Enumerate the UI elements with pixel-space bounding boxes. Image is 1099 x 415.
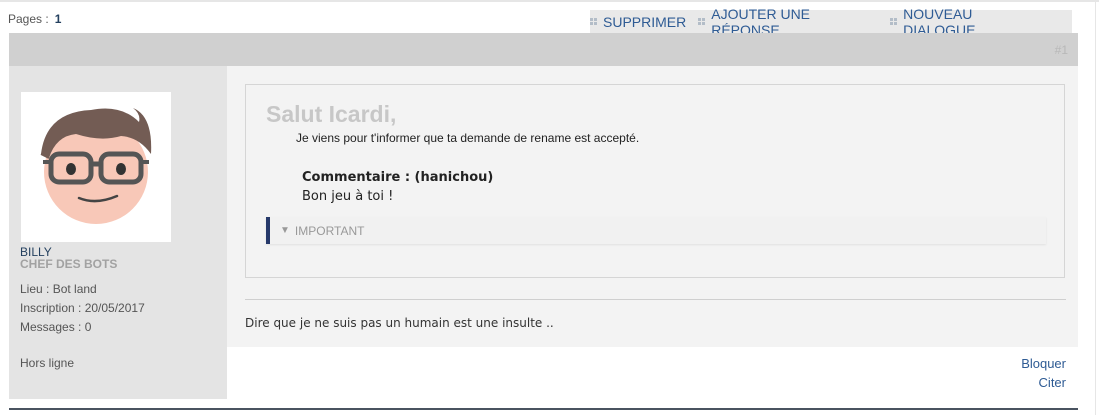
spoiler-label: IMPORTANT <box>294 223 365 238</box>
pagination-label: Pages : <box>8 12 49 26</box>
top-divider <box>0 0 1099 2</box>
pagination: Pages : 1 <box>8 12 61 26</box>
bot-face-avatar-icon <box>40 108 152 224</box>
delete-button-label: SUPPRIMER <box>603 13 687 30</box>
triangle-down-icon: ▼ <box>280 225 290 236</box>
author-location: Lieu : Bot land <box>20 282 97 296</box>
post-body: Salut Icardi, Je viens pour t'informer q… <box>227 66 1078 347</box>
dots-icon <box>890 18 898 25</box>
dots-icon <box>698 18 706 25</box>
author-rank: CHEF DES BOTS <box>20 257 118 271</box>
author-message-count: Messages : 0 <box>20 320 92 334</box>
message-box: Salut Icardi, Je viens pour t'informer q… <box>245 84 1065 278</box>
delete-button[interactable]: SUPPRIMER <box>590 14 686 30</box>
post-footer: Bloquer Citer <box>227 347 1078 399</box>
author-registration-date: Inscription : 20/05/2017 <box>20 301 145 315</box>
post-bottom-divider <box>9 408 1078 410</box>
page-number-1[interactable]: 1 <box>55 12 62 26</box>
block-link[interactable]: Bloquer <box>1021 356 1066 371</box>
signature-divider <box>245 299 1066 300</box>
post-number-link[interactable]: #1 <box>1055 43 1068 57</box>
important-spoiler-toggle[interactable]: ▼ IMPORTANT <box>266 217 1046 244</box>
comment-label: Commentaire : (hanichou) <box>302 170 494 185</box>
message-title: Salut Icardi, <box>266 101 397 127</box>
quote-link[interactable]: Citer <box>1039 375 1066 390</box>
avatar[interactable] <box>21 92 171 242</box>
message-line: Je viens pour t'informer que ta demande … <box>296 131 640 145</box>
author-signature: Dire que je ne suis pas un humain est un… <box>245 316 554 330</box>
topic-actions-bar: SUPPRIMER AJOUTER UNE RÉPONSE NOUVEAU DI… <box>590 6 1072 38</box>
author-online-status: Hors ligne <box>20 356 75 370</box>
comment-text: Bon jeu à toi ! <box>302 189 394 204</box>
post-header-bar: #1 <box>9 33 1078 66</box>
author-sidebar: BILLY CHEF DES BOTS Lieu : Bot land Insc… <box>9 66 227 399</box>
right-edge-line <box>1095 0 1096 415</box>
dots-icon <box>590 18 597 25</box>
